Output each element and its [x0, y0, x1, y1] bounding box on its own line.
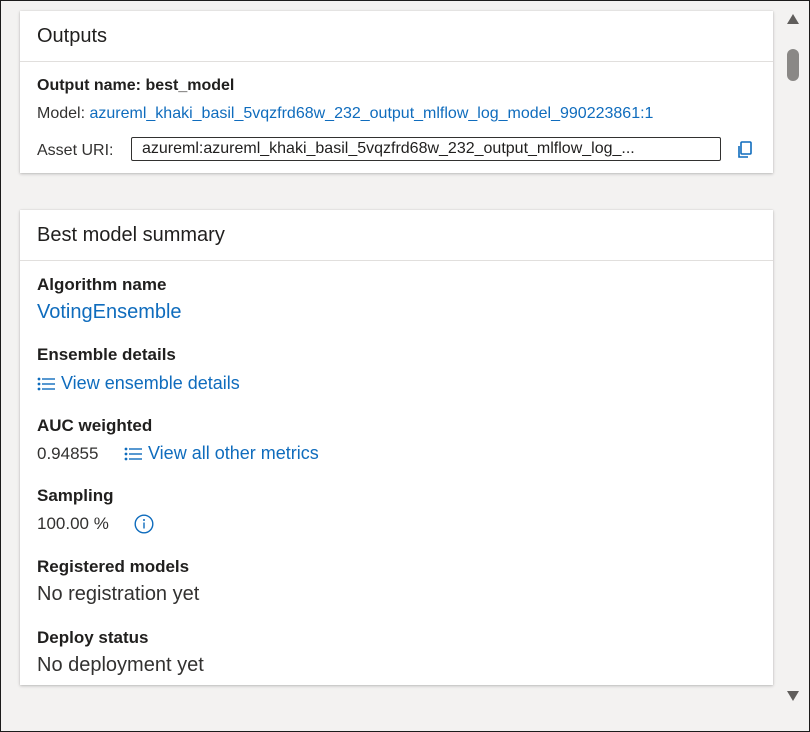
outputs-card: Outputs Output name: best_model Model: a…	[20, 11, 773, 173]
summary-title: Best model summary	[37, 223, 225, 246]
view-all-metrics-label: View all other metrics	[148, 443, 319, 463]
info-icon[interactable]	[134, 514, 154, 534]
deploy-status-title: Deploy status	[37, 628, 149, 647]
registered-models-value: No registration yet	[37, 583, 200, 605]
auc-weighted-value: 0.94855	[37, 444, 99, 463]
scroll-down-arrow[interactable]	[786, 690, 800, 702]
view-ensemble-details-link[interactable]: View ensemble details	[37, 373, 240, 394]
sampling-title: Sampling	[37, 486, 114, 505]
best-model-summary-card: Best model summary Algorithm name Voting…	[20, 210, 773, 685]
algorithm-name-link[interactable]: VotingEnsemble	[37, 301, 182, 324]
asset-uri-label: Asset URI:	[37, 142, 114, 159]
registered-models-title: Registered models	[37, 557, 190, 576]
auc-weighted-title: AUC weighted	[37, 416, 153, 435]
scrollbar-thumb[interactable]	[787, 49, 799, 81]
view-ensemble-details-label: View ensemble details	[61, 373, 240, 393]
scroll-up-arrow[interactable]	[786, 13, 800, 25]
asset-uri-value: azureml:azureml_khaki_basil_5vqzfrd68w_2…	[142, 140, 635, 157]
deploy-status-value: No deployment yet	[37, 654, 204, 676]
copy-icon[interactable]	[736, 141, 754, 159]
outputs-header: Outputs	[20, 11, 773, 62]
asset-uri-field[interactable]: azureml:azureml_khaki_basil_5vqzfrd68w_2…	[131, 137, 721, 161]
panel-frame: Outputs Output name: best_model Model: a…	[0, 0, 810, 732]
model-label: Model:	[37, 105, 86, 122]
output-name: Output name: best_model	[37, 77, 235, 94]
model-link[interactable]: azureml_khaki_basil_5vqzfrd68w_232_outpu…	[89, 105, 653, 122]
list-icon	[124, 447, 142, 460]
summary-header: Best model summary	[20, 210, 773, 261]
view-all-metrics-link[interactable]: View all other metrics	[124, 443, 319, 464]
list-icon	[37, 377, 55, 390]
model-row: Model: azureml_khaki_basil_5vqzfrd68w_23…	[37, 105, 653, 123]
sampling-value: 100.00 %	[37, 514, 109, 533]
ensemble-details-title: Ensemble details	[37, 345, 176, 364]
algorithm-name-title: Algorithm name	[37, 275, 167, 294]
outputs-title: Outputs	[37, 24, 108, 47]
